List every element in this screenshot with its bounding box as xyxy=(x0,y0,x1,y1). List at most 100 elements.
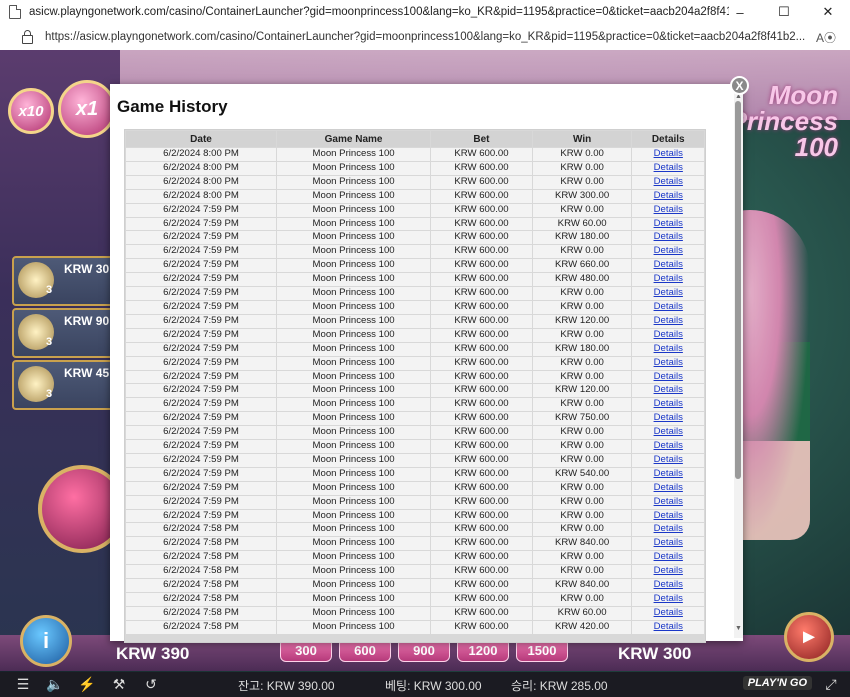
cell-win: KRW 660.00 xyxy=(532,259,632,273)
cell-date: 6/2/2024 7:59 PM xyxy=(126,467,277,481)
details-link[interactable]: Details xyxy=(632,287,704,300)
details-link[interactable]: Details xyxy=(632,509,704,523)
details-link[interactable]: Details xyxy=(632,189,704,203)
cell-win: KRW 0.00 xyxy=(532,328,632,342)
details-link[interactable]: Details xyxy=(632,161,704,175)
details-link[interactable]: Details xyxy=(632,481,704,495)
cell-game-name: Moon Princess 100 xyxy=(277,245,431,259)
details-link[interactable]: Details xyxy=(632,523,704,537)
win-stat: 승리: KRW 285.00 xyxy=(511,679,608,693)
details-link[interactable]: Details xyxy=(632,620,704,634)
cell-win: KRW 60.00 xyxy=(532,217,632,231)
scroll-thumb[interactable] xyxy=(735,101,741,479)
cell-bet: KRW 600.00 xyxy=(431,342,532,356)
details-link[interactable]: Details xyxy=(632,370,704,384)
cell-win: KRW 0.00 xyxy=(532,148,632,161)
details-link[interactable]: Details xyxy=(632,342,704,356)
cell-game-name: Moon Princess 100 xyxy=(277,551,431,565)
details-link[interactable]: Details xyxy=(632,398,704,412)
autoplay-icon[interactable]: ► xyxy=(784,612,834,662)
details-link[interactable]: Details xyxy=(632,273,704,287)
menu-icon[interactable]: ☰ xyxy=(14,676,32,693)
cell-date: 6/2/2024 7:58 PM xyxy=(126,620,277,634)
details-link[interactable]: Details xyxy=(632,537,704,551)
table-row: 6/2/2024 7:58 PM Moon Princess 100 KRW 600… xyxy=(126,565,704,579)
url-field[interactable]: https://asicw.playngonetwork.com/casino/… xyxy=(45,31,810,43)
details-link[interactable]: Details xyxy=(632,440,704,453)
cell-bet: KRW 600.00 xyxy=(431,551,532,565)
reader-mode-icon[interactable]: A⦿ xyxy=(816,29,836,46)
cell-bet: KRW 600.00 xyxy=(431,481,532,495)
details-link[interactable]: Details xyxy=(632,412,704,426)
cell-bet: KRW 600.00 xyxy=(431,606,532,620)
cell-date: 6/2/2024 7:59 PM xyxy=(126,412,277,426)
cell-game-name: Moon Princess 100 xyxy=(277,593,431,606)
details-link[interactable]: Details xyxy=(632,426,704,440)
cell-date: 6/2/2024 7:58 PM xyxy=(126,593,277,606)
table-row: 6/2/2024 7:59 PM Moon Princess 100 KRW 600… xyxy=(126,412,704,426)
table-row: 6/2/2024 7:58 PM Moon Princess 100 KRW 600… xyxy=(126,606,704,620)
history-icon[interactable]: ↺ xyxy=(142,676,160,693)
logo-line: 100 xyxy=(794,132,838,162)
cell-date: 6/2/2024 7:59 PM xyxy=(126,384,277,398)
details-link[interactable]: Details xyxy=(632,356,704,370)
logo-line: Princess xyxy=(729,106,838,136)
cell-win: KRW 0.00 xyxy=(532,398,632,412)
table-row: 6/2/2024 7:58 PM Moon Princess 100 KRW 600… xyxy=(126,551,704,565)
cell-game-name: Moon Princess 100 xyxy=(277,426,431,440)
close-dialog-button[interactable]: X xyxy=(730,76,749,95)
cell-date: 6/2/2024 7:59 PM xyxy=(126,287,277,300)
cell-win: KRW 840.00 xyxy=(532,537,632,551)
cell-bet: KRW 600.00 xyxy=(431,231,532,245)
table-row: 6/2/2024 7:59 PM Moon Princess 100 KRW 600… xyxy=(126,273,704,287)
cell-bet: KRW 600.00 xyxy=(431,161,532,175)
details-link[interactable]: Details xyxy=(632,579,704,592)
details-link[interactable]: Details xyxy=(632,300,704,314)
details-link[interactable]: Details xyxy=(632,606,704,620)
feature-card: KRW 45 3 xyxy=(12,360,116,410)
details-link[interactable]: Details xyxy=(632,259,704,273)
sound-icon[interactable]: 🔈 xyxy=(46,676,64,693)
details-link[interactable]: Details xyxy=(632,565,704,579)
details-link[interactable]: Details xyxy=(632,245,704,259)
details-link[interactable]: Details xyxy=(632,453,704,467)
cell-win: KRW 0.00 xyxy=(532,481,632,495)
maximize-button[interactable]: ☐ xyxy=(762,0,806,24)
details-link[interactable]: Details xyxy=(632,551,704,565)
details-link[interactable]: Details xyxy=(632,231,704,245)
close-window-button[interactable]: ✕ xyxy=(806,0,850,24)
feature-card-value: KRW 90 xyxy=(64,314,110,328)
table-row: 6/2/2024 7:59 PM Moon Princess 100 KRW 600… xyxy=(126,342,704,356)
table-row: 6/2/2024 7:59 PM Moon Princess 100 KRW 600… xyxy=(126,370,704,384)
details-link[interactable]: Details xyxy=(632,148,704,161)
cell-game-name: Moon Princess 100 xyxy=(277,231,431,245)
lock-icon[interactable] xyxy=(22,29,33,44)
minimize-button[interactable]: – xyxy=(718,0,762,24)
cell-win: KRW 0.00 xyxy=(532,161,632,175)
scroll-down-icon[interactable]: ▼ xyxy=(735,625,742,632)
cell-win: KRW 0.00 xyxy=(532,593,632,606)
details-link[interactable]: Details xyxy=(632,314,704,328)
details-link[interactable]: Details xyxy=(632,217,704,231)
details-link[interactable]: Details xyxy=(632,175,704,189)
details-link[interactable]: Details xyxy=(632,328,704,342)
details-link[interactable]: Details xyxy=(632,593,704,606)
table-row: 6/2/2024 7:59 PM Moon Princess 100 KRW 600… xyxy=(126,287,704,300)
cell-game-name: Moon Princess 100 xyxy=(277,175,431,189)
bet-display: KRW 300 xyxy=(618,644,692,663)
history-table-container: Date Game Name Bet Win Details 6/2/2024 … xyxy=(124,129,706,643)
details-link[interactable]: Details xyxy=(632,203,704,217)
info-button[interactable]: i xyxy=(20,615,72,667)
wrench-icon[interactable]: ⚒ xyxy=(110,676,128,693)
cell-date: 6/2/2024 7:59 PM xyxy=(126,356,277,370)
cell-game-name: Moon Princess 100 xyxy=(277,203,431,217)
turbo-icon[interactable]: ⚡ xyxy=(78,676,96,693)
cell-date: 6/2/2024 7:58 PM xyxy=(126,537,277,551)
details-link[interactable]: Details xyxy=(632,384,704,398)
cell-game-name: Moon Princess 100 xyxy=(277,509,431,523)
details-link[interactable]: Details xyxy=(632,495,704,509)
details-link[interactable]: Details xyxy=(632,467,704,481)
fullscreen-icon[interactable]: ⤢ xyxy=(822,676,840,693)
table-row: 6/2/2024 7:59 PM Moon Princess 100 KRW 600… xyxy=(126,384,704,398)
dialog-scrollbar[interactable]: ▲ ▼ xyxy=(734,93,743,638)
